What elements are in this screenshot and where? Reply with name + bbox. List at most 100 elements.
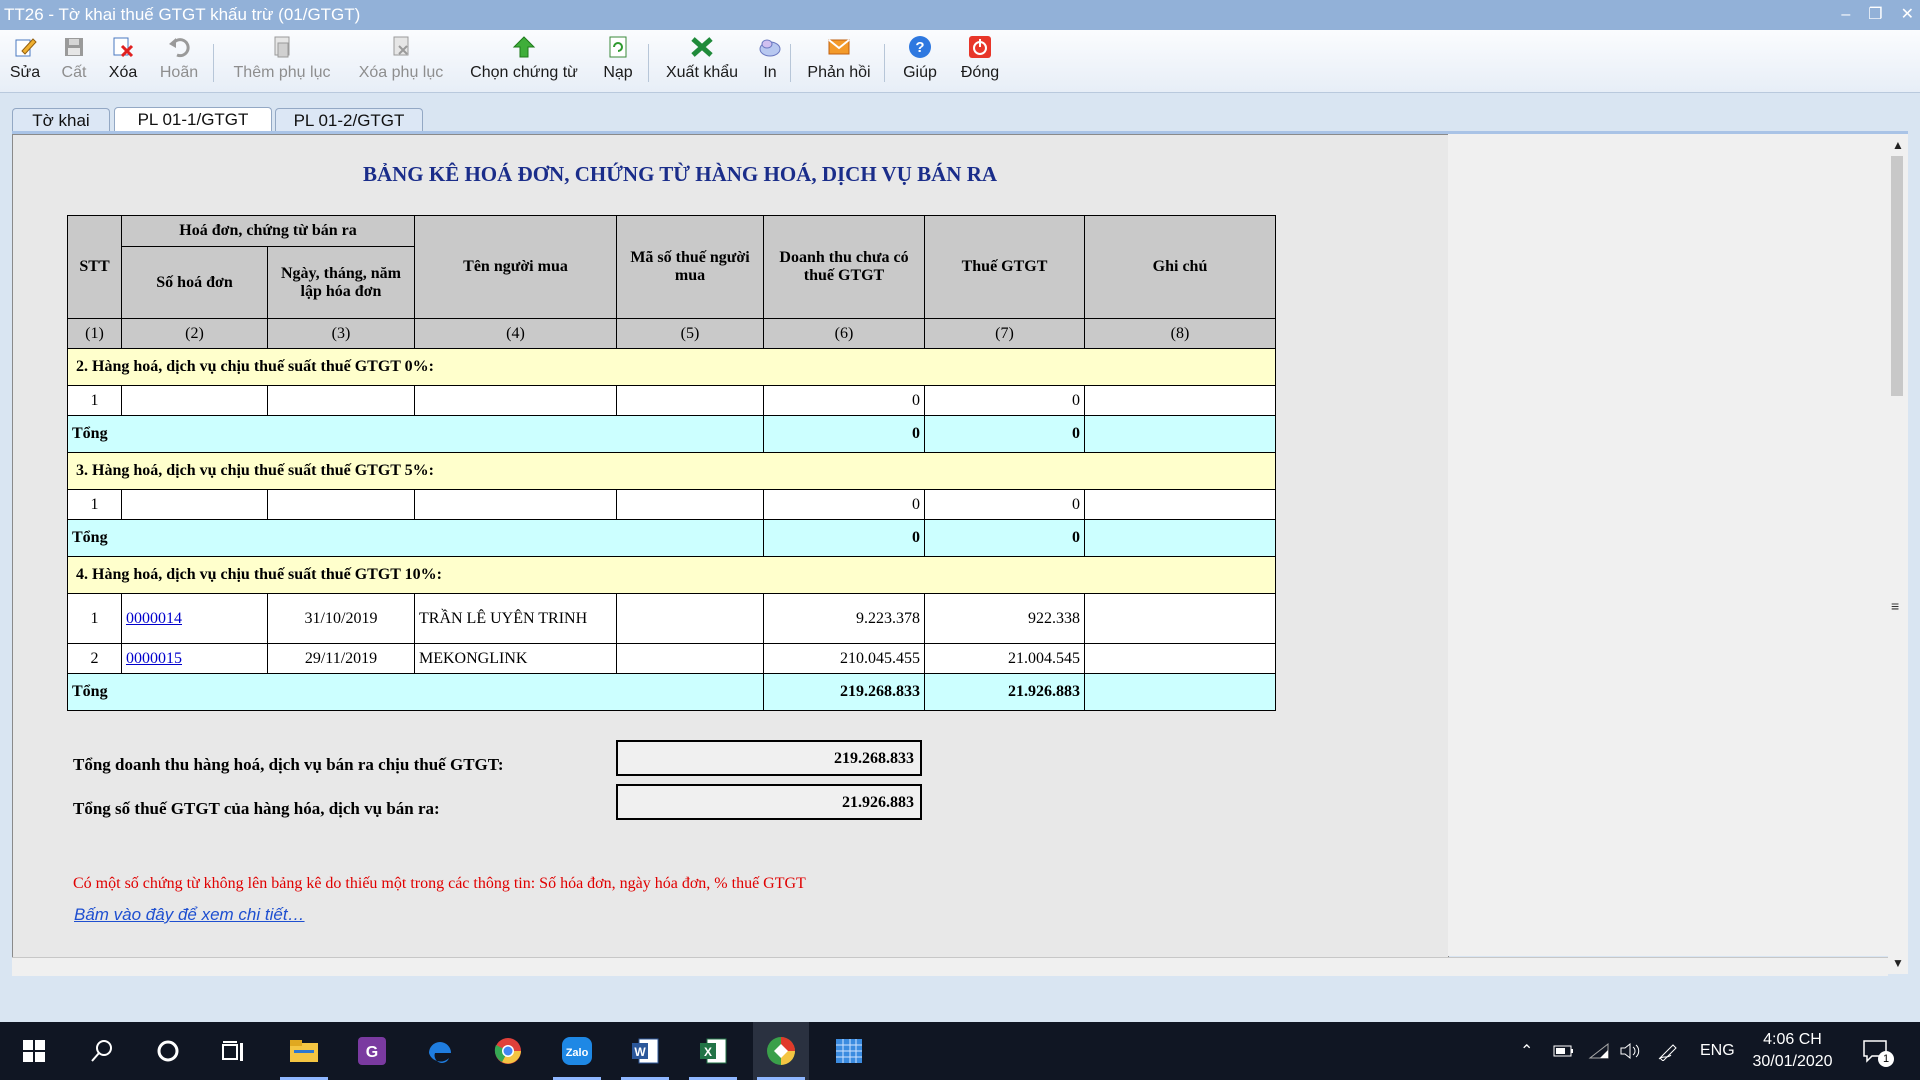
header-note: Ghi chú bbox=[1084, 215, 1276, 319]
header-invoice-group: Hoá đơn, chứng từ bán ra bbox=[121, 215, 415, 247]
start-button[interactable] bbox=[6, 1022, 62, 1080]
col-number: (3) bbox=[267, 318, 415, 349]
header-stt: STT bbox=[67, 215, 122, 319]
scroll-up-icon[interactable]: ▲ bbox=[1892, 138, 1904, 152]
delete-button[interactable]: Xóa bbox=[106, 30, 140, 92]
toolbar-separator bbox=[884, 44, 885, 82]
export-button[interactable]: Xuất khẩu bbox=[664, 30, 740, 92]
header-buyer-name: Tên người mua bbox=[414, 215, 617, 319]
envelope-icon bbox=[826, 34, 852, 60]
load-button[interactable]: Nạp bbox=[602, 30, 634, 92]
clock[interactable]: 4:06 CH 30/01/2020 bbox=[1745, 1029, 1840, 1073]
vat-cell[interactable]: 0 bbox=[924, 489, 1085, 520]
volume-icon[interactable] bbox=[1619, 1022, 1641, 1080]
invoice-date-cell[interactable] bbox=[267, 489, 415, 520]
print-button[interactable]: In bbox=[759, 30, 781, 92]
buyer-tax-cell[interactable] bbox=[616, 593, 764, 644]
add-appendix-button[interactable]: Thêm phụ lục bbox=[230, 30, 334, 92]
vat-cell[interactable]: 922.338 bbox=[924, 593, 1085, 644]
notifications-button[interactable]: 1 bbox=[1862, 1022, 1894, 1080]
splitter-grip-icon[interactable]: ≡ bbox=[1891, 598, 1899, 614]
cortana-button[interactable] bbox=[140, 1022, 196, 1080]
header-revenue: Doanh thu chưa có thuế GTGT bbox=[763, 215, 925, 319]
row-stt: 1 bbox=[67, 489, 122, 520]
total-revenue: 0 bbox=[763, 519, 925, 557]
note-cell[interactable] bbox=[1084, 643, 1276, 674]
invoice-no-cell[interactable] bbox=[121, 489, 268, 520]
total-note bbox=[1084, 415, 1276, 453]
tab-pl-01-2[interactable]: PL 01-2/GTGT bbox=[275, 108, 423, 132]
scroll-thumb[interactable] bbox=[1891, 156, 1903, 396]
tab-pl-01-1[interactable]: PL 01-1/GTGT bbox=[114, 107, 272, 133]
vat-cell[interactable]: 0 bbox=[924, 385, 1085, 416]
help-button[interactable]: ? Giúp bbox=[900, 30, 940, 92]
invoice-link[interactable]: 0000015 bbox=[121, 643, 268, 674]
floppy-icon bbox=[61, 34, 87, 60]
battery-icon[interactable] bbox=[1553, 1022, 1575, 1080]
pen-icon[interactable] bbox=[1657, 1022, 1679, 1080]
buyer-tax-cell[interactable] bbox=[616, 489, 764, 520]
refresh-icon bbox=[605, 34, 631, 60]
undo-button[interactable]: Hoãn bbox=[158, 30, 200, 92]
col-number: (6) bbox=[763, 318, 925, 349]
tax-app-button[interactable] bbox=[753, 1022, 809, 1080]
chrome-button[interactable] bbox=[480, 1022, 536, 1080]
language-indicator[interactable]: ENG bbox=[1700, 1022, 1735, 1080]
minimize-icon[interactable]: – bbox=[1841, 0, 1850, 30]
invoice-link[interactable]: 0000014 bbox=[121, 593, 268, 644]
wifi-icon[interactable] bbox=[1588, 1022, 1610, 1080]
feedback-button[interactable]: Phản hồi bbox=[805, 30, 873, 92]
vertical-scrollbar[interactable]: ▲ ≡ ▼ bbox=[1888, 134, 1908, 974]
header-invoice-no: Số hoá đơn bbox=[121, 246, 268, 319]
tray-chevron-icon[interactable]: ⌃ bbox=[1520, 1022, 1533, 1080]
svg-text:?: ? bbox=[915, 39, 924, 56]
invoice-date-cell[interactable]: 31/10/2019 bbox=[267, 593, 415, 644]
zalo-button[interactable]: Zalo bbox=[549, 1022, 605, 1080]
missing-info-warning: Có một số chứng từ không lên bảng kê do … bbox=[73, 875, 806, 892]
col-number: (1) bbox=[67, 318, 122, 349]
tab-declaration[interactable]: Tờ khai bbox=[12, 108, 110, 132]
choose-docs-button[interactable]: Chọn chứng từ bbox=[468, 30, 580, 92]
buyer-name-cell[interactable]: MEKONGLINK bbox=[414, 643, 617, 674]
word-button[interactable]: W bbox=[617, 1022, 673, 1080]
edit-button[interactable]: Sửa bbox=[10, 30, 40, 92]
restore-icon[interactable]: ❐ bbox=[1868, 0, 1882, 30]
note-cell[interactable] bbox=[1084, 385, 1276, 416]
buyer-tax-cell[interactable] bbox=[616, 643, 764, 674]
save-button[interactable]: Cất bbox=[59, 30, 89, 92]
edge-button[interactable] bbox=[412, 1022, 468, 1080]
revenue-cell[interactable]: 0 bbox=[763, 489, 925, 520]
invoice-date-cell[interactable]: 29/11/2019 bbox=[267, 643, 415, 674]
total-vat: 0 bbox=[924, 519, 1085, 557]
vat-cell[interactable]: 21.004.545 bbox=[924, 643, 1085, 674]
svg-text:G: G bbox=[366, 1044, 378, 1061]
spreadsheet-icon bbox=[836, 1039, 862, 1063]
folder-icon bbox=[290, 1040, 318, 1062]
note-cell[interactable] bbox=[1084, 593, 1276, 644]
invoice-no-cell[interactable] bbox=[121, 385, 268, 416]
note-cell[interactable] bbox=[1084, 489, 1276, 520]
search-button[interactable] bbox=[74, 1022, 130, 1080]
revenue-cell[interactable]: 0 bbox=[763, 385, 925, 416]
buyer-name-cell[interactable] bbox=[414, 489, 617, 520]
excel-button[interactable]: X bbox=[685, 1022, 741, 1080]
close-button[interactable]: Đóng bbox=[958, 30, 1002, 92]
scroll-down-icon[interactable]: ▼ bbox=[1892, 956, 1904, 970]
buyer-name-cell[interactable]: TRẦN LÊ UYÊN TRINH bbox=[414, 593, 617, 644]
delete-appendix-button[interactable]: Xóa phụ lục bbox=[356, 30, 446, 92]
buyer-tax-cell[interactable] bbox=[616, 385, 764, 416]
file-explorer-button[interactable] bbox=[276, 1022, 332, 1080]
calculator-app-button[interactable] bbox=[821, 1022, 877, 1080]
revenue-cell[interactable]: 9.223.378 bbox=[763, 593, 925, 644]
task-view-button[interactable] bbox=[206, 1022, 262, 1080]
pdf-app-button[interactable]: G bbox=[344, 1022, 400, 1080]
revenue-cell[interactable]: 210.045.455 bbox=[763, 643, 925, 674]
col-number: (5) bbox=[616, 318, 764, 349]
chrome-icon bbox=[494, 1038, 521, 1064]
col-number: (7) bbox=[924, 318, 1085, 349]
close-icon[interactable]: ✕ bbox=[1901, 0, 1914, 30]
invoice-date-cell[interactable] bbox=[267, 385, 415, 416]
buyer-name-cell[interactable] bbox=[414, 385, 617, 416]
task-view-icon bbox=[222, 1041, 243, 1061]
view-details-link[interactable]: Bấm vào đây để xem chi tiết… bbox=[74, 905, 305, 925]
